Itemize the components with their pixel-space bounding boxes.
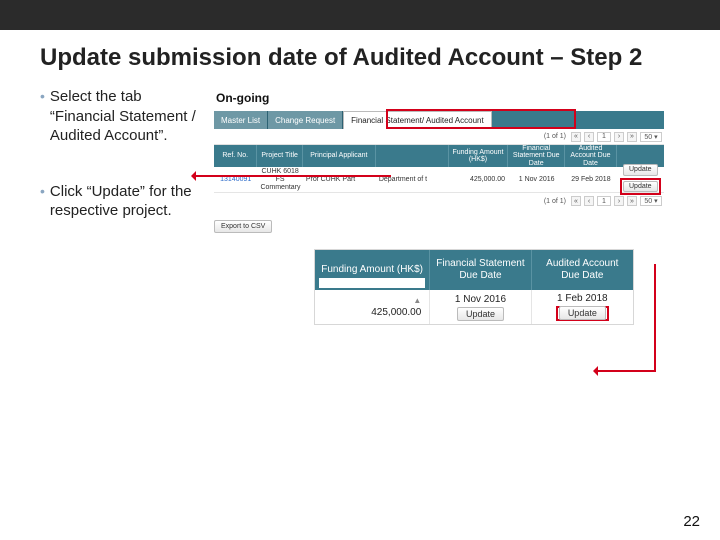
- col-ref-no: Ref. No.: [214, 145, 257, 167]
- col-funding-amount: Funding Amount (HK$): [449, 145, 508, 167]
- cell-actions: Update Update: [617, 162, 664, 197]
- sort-icon[interactable]: ▲: [413, 296, 421, 305]
- pager-next-icon[interactable]: ›: [614, 132, 624, 142]
- pager-page-number[interactable]: 1: [597, 196, 611, 206]
- tab-change-request[interactable]: Change Request: [268, 111, 343, 129]
- callout-arrow-vertical: [654, 264, 656, 370]
- highlight-box-update-small: Update: [620, 178, 661, 196]
- col-fsd: Financial Statement Due Date: [508, 145, 565, 167]
- pager-page-number[interactable]: 1: [597, 132, 611, 142]
- cell2-fsd: 1 Nov 2016 Update: [430, 290, 531, 324]
- grid-row: 13140091 CUHK 6018 FS Commentary Prof CU…: [214, 167, 664, 193]
- col-principal-applicant: Principal Applicant: [303, 145, 376, 167]
- update-button-fs[interactable]: Update: [623, 164, 658, 176]
- aad-value: 1 Feb 2018: [557, 293, 608, 304]
- pager-last-icon[interactable]: »: [627, 196, 637, 206]
- pager-pagesize-select[interactable]: 50 ▾: [640, 196, 662, 206]
- pager-next-icon[interactable]: ›: [614, 196, 624, 206]
- bullet-dot-icon: •: [40, 182, 45, 221]
- slide-page-number: 22: [683, 513, 700, 530]
- funding-amount-filter-input[interactable]: [319, 278, 425, 288]
- cell-funding-amount: 425,000.00: [449, 174, 508, 186]
- col2-aad: Audited Account Due Date: [532, 250, 633, 290]
- cell2-aad: 1 Feb 2018 Update: [532, 290, 633, 324]
- section-heading-ongoing: On-going: [214, 89, 664, 111]
- update-button-aa[interactable]: Update: [623, 181, 658, 193]
- slide-topbar: [0, 0, 720, 30]
- pager-pagesize-select[interactable]: 50 ▾: [640, 132, 662, 142]
- tab-financial-statement-audited-account[interactable]: Financial Statement/ Audited Account: [343, 111, 492, 129]
- update-button-fs-large[interactable]: Update: [457, 307, 504, 321]
- pager-last-icon[interactable]: »: [627, 132, 637, 142]
- grid-header: Ref. No. Project Title Principal Applica…: [214, 145, 664, 167]
- bullet-dot-icon: •: [40, 87, 45, 146]
- cell2-funding-amount: ▲ 425,000.00: [315, 290, 430, 324]
- pager-prev-icon[interactable]: ‹: [584, 132, 594, 142]
- screenshot-tabbed-grid: On-going Master List Change Request Fina…: [214, 89, 664, 233]
- grid2-row: ▲ 425,000.00 1 Nov 2016 Update 1 Feb 201…: [315, 290, 633, 324]
- pager-label: (1 of 1): [544, 133, 566, 140]
- cell-aad: 29 Feb 2018: [565, 174, 616, 186]
- screenshot-zoom-columns: Funding Amount (HK$) Financial Statement…: [314, 249, 634, 325]
- tab-master-list[interactable]: Master List: [214, 111, 268, 129]
- bullet-text: Select the tab “Financial Statement / Au…: [50, 87, 200, 146]
- col-department: [376, 145, 449, 167]
- pager-label: (1 of 1): [544, 198, 566, 205]
- highlight-box-update-large: Update: [556, 306, 609, 321]
- cell-project-title: CUHK 6018 FS Commentary: [257, 166, 302, 193]
- grid2-header: Funding Amount (HK$) Financial Statement…: [315, 250, 633, 290]
- cell-fsd: 1 Nov 2016: [508, 174, 565, 186]
- fsd-value: 1 Nov 2016: [455, 294, 506, 305]
- bullet-item: • Select the tab “Financial Statement / …: [40, 87, 200, 146]
- bullet-list: • Select the tab “Financial Statement / …: [40, 87, 200, 257]
- bullet-item: • Click “Update” for the respective proj…: [40, 182, 200, 221]
- col-project-title: Project Title: [257, 145, 302, 167]
- col2-funding-amount: Funding Amount (HK$): [315, 250, 430, 290]
- pager-first-icon[interactable]: «: [571, 132, 581, 142]
- col2-funding-amount-label: Funding Amount (HK$): [321, 264, 423, 276]
- funding-amount-value: 425,000.00: [371, 307, 421, 318]
- col2-fsd: Financial Statement Due Date: [430, 250, 531, 290]
- export-csv-button[interactable]: Export to CSV: [214, 220, 272, 233]
- pager-bottom: (1 of 1) « ‹ 1 › » 50 ▾: [214, 193, 664, 209]
- export-area: Export to CSV: [214, 215, 664, 233]
- pager-prev-icon[interactable]: ‹: [584, 196, 594, 206]
- tab-bar: Master List Change Request Financial Sta…: [214, 111, 664, 129]
- col-aad: Audited Account Due Date: [565, 145, 616, 167]
- callout-arrow-to-tab: [193, 175, 391, 177]
- pager-top: (1 of 1) « ‹ 1 › » 50 ▾: [214, 129, 664, 145]
- slide-title: Update submission date of Audited Accoun…: [40, 42, 680, 73]
- pager-first-icon[interactable]: «: [571, 196, 581, 206]
- bullet-text: Click “Update” for the respective projec…: [50, 182, 200, 221]
- update-button-aa-large[interactable]: Update: [559, 306, 606, 320]
- callout-arrow-to-update: [595, 370, 656, 372]
